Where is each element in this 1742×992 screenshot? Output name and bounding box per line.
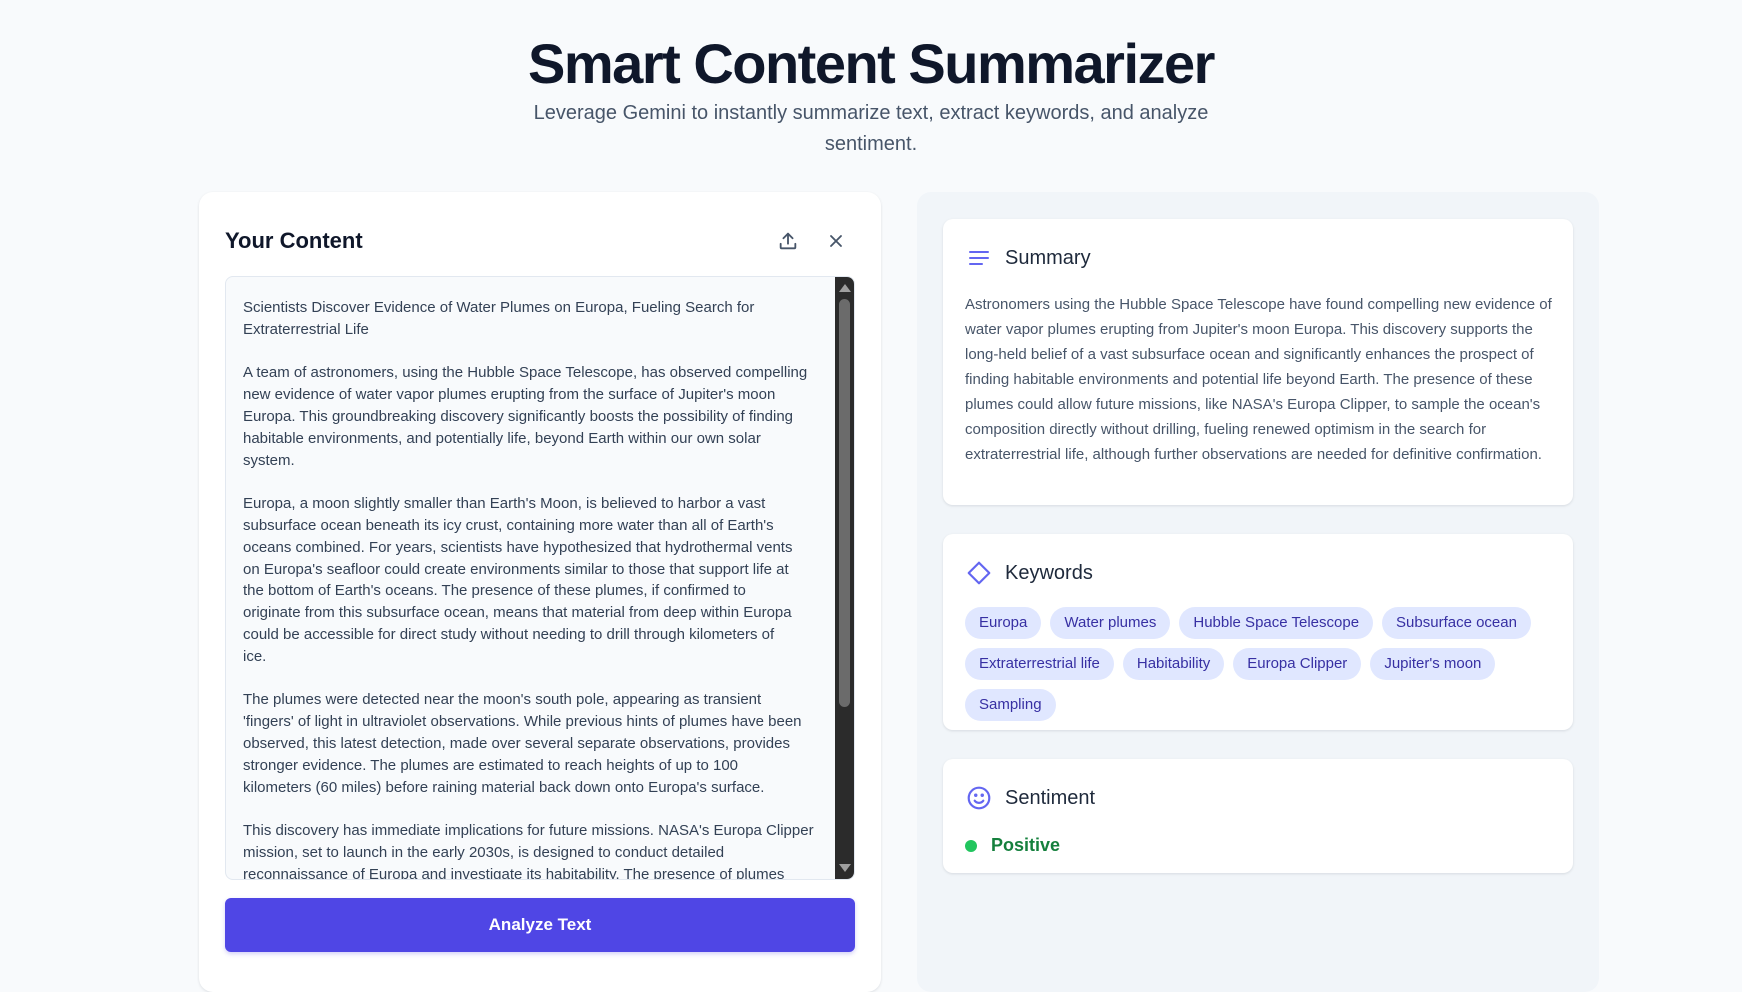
- keyword-chip: Habitability: [1122, 648, 1225, 680]
- tag-icon: [965, 559, 993, 587]
- content-text[interactable]: Scientists Discover Evidence of Water Pl…: [243, 297, 821, 879]
- keywords-card: Keywords Europa Water plumes Hubble Spac…: [943, 534, 1573, 730]
- scroll-up-arrow-icon[interactable]: [839, 284, 851, 292]
- keyword-chip: Extraterrestrial life: [965, 648, 1114, 680]
- keyword-chip: Europa Clipper: [1233, 648, 1362, 680]
- sentiment-card: Sentiment Positive: [943, 759, 1573, 873]
- keyword-chip: Europa: [965, 607, 1042, 639]
- clear-button[interactable]: [823, 228, 849, 254]
- keyword-chip: Sampling: [965, 689, 1056, 721]
- scroll-down-arrow-icon[interactable]: [839, 864, 851, 872]
- summary-title: Summary: [1005, 246, 1091, 269]
- sentiment-value: Positive: [991, 835, 1061, 855]
- keyword-chip: Hubble Space Telescope: [1179, 607, 1374, 639]
- smiley-icon: [965, 784, 993, 812]
- scroll-thumb[interactable]: [839, 299, 850, 707]
- page-header: Smart Content Summarizer Leverage Gemini…: [0, 0, 1742, 160]
- content-card-header: Your Content: [225, 226, 855, 256]
- keyword-chip: Water plumes: [1050, 607, 1171, 639]
- sentiment-title: Sentiment: [1005, 786, 1096, 809]
- lines-icon: [965, 244, 993, 272]
- summary-card: Summary Astronomers using the Hubble Spa…: [943, 219, 1573, 505]
- content-input-card: Your Content Scientists Discover Evidenc…: [199, 192, 881, 992]
- analyze-text-button[interactable]: Analyze Text: [225, 898, 855, 952]
- content-textarea[interactable]: Scientists Discover Evidence of Water Pl…: [225, 276, 855, 880]
- content-card-title: Your Content: [225, 228, 363, 253]
- keyword-chip: Subsurface ocean: [1382, 607, 1531, 639]
- keyword-list: Europa Water plumes Hubble Space Telesco…: [965, 607, 1555, 721]
- page-subtitle: Leverage Gemini to instantly summarize t…: [533, 102, 1209, 155]
- close-icon: [830, 235, 842, 247]
- results-panel: Summary Astronomers using the Hubble Spa…: [917, 192, 1599, 992]
- sentiment-result: Positive: [965, 835, 1060, 856]
- summary-text: Astronomers using the Hubble Space Teles…: [965, 296, 1552, 463]
- keyword-chip: Jupiter's moon: [1370, 648, 1496, 680]
- keywords-title: Keywords: [1005, 561, 1093, 584]
- page-title: Smart Content Summarizer: [528, 32, 1215, 95]
- upload-button[interactable]: [775, 228, 801, 254]
- upload-icon: [779, 232, 797, 250]
- sentiment-status-dot: [965, 839, 977, 852]
- textarea-scrollbar[interactable]: [835, 277, 854, 879]
